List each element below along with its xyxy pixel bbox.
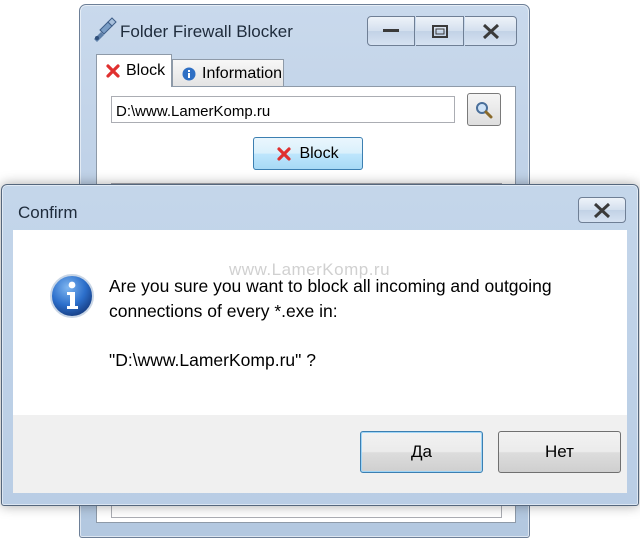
red-x-icon: [106, 64, 120, 78]
no-button-label: Нет: [545, 442, 574, 461]
message-text: Are you sure you want to block all incom…: [109, 276, 552, 296]
no-button[interactable]: Нет: [498, 431, 621, 473]
dialog-close-button[interactable]: [578, 197, 626, 223]
dialog-message-area: www.LamerKomp.ru Are you sure you want t…: [13, 230, 627, 415]
block-button[interactable]: Block: [253, 137, 363, 170]
app-title: Folder Firewall Blocker: [120, 22, 293, 41]
info-icon: [50, 274, 94, 318]
red-x-icon: [277, 146, 292, 161]
dialog-button-bar: Да Нет: [13, 415, 627, 493]
close-button[interactable]: [465, 16, 517, 46]
confirm-dialog: Confirm www.LamerKomp.ru Are you sure yo…: [1, 184, 639, 506]
tab-block-label: Block: [126, 62, 166, 79]
maximize-icon: [431, 24, 448, 38]
message-text: connections of every *.exe in:: [109, 301, 338, 321]
tab-information[interactable]: Information: [172, 59, 284, 87]
minimize-icon: [383, 29, 399, 32]
yes-button-label: Да: [411, 442, 432, 461]
yes-button[interactable]: Да: [360, 431, 483, 473]
tab-information-label: Information: [202, 64, 283, 82]
minimize-button[interactable]: [367, 16, 415, 46]
maximize-button[interactable]: [416, 16, 464, 46]
search-icon: [476, 101, 493, 118]
dialog-title: Confirm: [18, 203, 78, 222]
message-path: "D:\www.LamerKomp.ru" ?: [109, 350, 316, 370]
folder-path-input[interactable]: [111, 96, 455, 123]
tab-block[interactable]: Block: [96, 54, 172, 87]
close-icon: [593, 202, 611, 218]
close-icon: [482, 23, 499, 39]
browse-button[interactable]: [467, 93, 501, 126]
app-logo-icon: [94, 17, 117, 42]
block-button-label: Block: [299, 144, 339, 162]
info-icon: [182, 67, 196, 80]
